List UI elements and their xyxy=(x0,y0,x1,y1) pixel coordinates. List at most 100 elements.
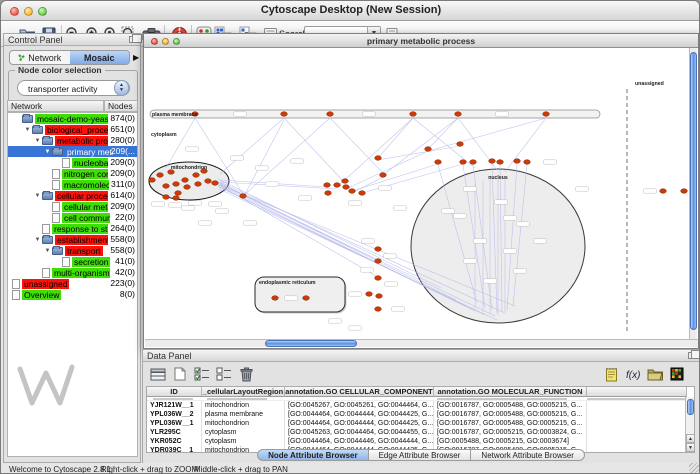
float-panel-icon[interactable] xyxy=(129,36,137,43)
graph-node[interactable] xyxy=(342,179,349,184)
combo-stepper-icon[interactable]: ▲▼ xyxy=(114,80,129,96)
graph-node[interactable] xyxy=(175,191,182,196)
select-attributes-icon[interactable] xyxy=(192,364,212,384)
network-canvas[interactable]: plasma membranecytoplasmmitochondrionnuc… xyxy=(145,48,690,340)
graph-node[interactable] xyxy=(163,195,170,200)
tab-edge-attribute-browser[interactable]: Edge Attribute Browser xyxy=(369,449,472,461)
graph-node[interactable] xyxy=(281,112,288,117)
graph-node[interactable] xyxy=(543,112,550,117)
expand-arrow-icon[interactable]: ▼ xyxy=(43,149,52,155)
graph-node[interactable] xyxy=(163,184,170,189)
tree-row[interactable]: cellular metabo209(0) xyxy=(8,201,137,212)
graph-node[interactable] xyxy=(173,196,180,201)
graph-node[interactable] xyxy=(455,112,462,117)
tree-row[interactable]: cell communicat22(0) xyxy=(8,212,137,223)
graph-node[interactable] xyxy=(359,191,366,196)
new-document-icon[interactable] xyxy=(170,364,190,384)
graph-node[interactable] xyxy=(497,160,504,165)
table-row[interactable]: YKR052Ccytoplasm[GO:0044464, GO:0044446,… xyxy=(147,437,694,446)
graph-node[interactable] xyxy=(375,156,382,161)
attribute-table[interactable]: ID_cellularLayoutRegionannotation.GO CEL… xyxy=(146,386,695,453)
tree-row[interactable]: mosaic-demo-yeast874(0) xyxy=(8,113,137,124)
graph-node[interactable] xyxy=(460,160,467,165)
column-header[interactable]: _cellularLayoutRegion xyxy=(202,387,285,397)
network-vertical-scrollbar[interactable] xyxy=(689,48,697,340)
graph-node[interactable] xyxy=(325,191,332,196)
tree-row[interactable]: macromolecule311(0) xyxy=(8,179,137,190)
tree-header-nodes[interactable]: Nodes xyxy=(104,100,138,112)
matrix-heatmap-icon[interactable] xyxy=(667,364,687,384)
graph-node[interactable] xyxy=(681,189,688,194)
tab-network[interactable]: Network xyxy=(10,51,70,64)
tree-row[interactable]: ▼establishment of lo558(0) xyxy=(8,234,137,245)
delete-attribute-trash-icon[interactable] xyxy=(236,364,256,384)
graph-node[interactable] xyxy=(334,183,341,188)
tab-mosaic[interactable]: Mosaic xyxy=(70,51,130,64)
unselect-attributes-icon[interactable] xyxy=(214,364,234,384)
expand-arrow-icon[interactable]: ▼ xyxy=(43,248,52,254)
table-grid-icon[interactable] xyxy=(148,364,168,384)
graph-node[interactable] xyxy=(375,259,382,264)
graph-node[interactable] xyxy=(184,185,191,190)
expand-arrow-icon[interactable]: ▼ xyxy=(33,237,42,243)
column-header[interactable]: ID xyxy=(147,387,202,397)
expand-arrow-icon[interactable]: ▼ xyxy=(33,193,42,199)
graph-node[interactable] xyxy=(157,173,164,178)
graph-node[interactable] xyxy=(457,142,464,147)
graph-node[interactable] xyxy=(524,160,531,165)
attribute-notepad-icon[interactable] xyxy=(601,364,621,384)
tree-row[interactable]: response to stimulu264(0) xyxy=(8,223,137,234)
graph-node[interactable] xyxy=(349,189,356,194)
graph-node[interactable] xyxy=(327,112,334,117)
vscroll-thumb[interactable] xyxy=(690,52,697,330)
graph-node[interactable] xyxy=(514,159,521,164)
tree-row[interactable]: secretion41(0) xyxy=(8,256,137,267)
graph-node[interactable] xyxy=(489,159,496,164)
scroll-up-arrow[interactable]: ▲ xyxy=(686,434,695,443)
tree-row[interactable]: nucleobase-209(0) xyxy=(8,157,137,168)
graph-node[interactable] xyxy=(410,112,417,117)
graph-node[interactable] xyxy=(212,181,219,186)
column-header[interactable]: annotation.GO MOLECULAR_FUNCTION xyxy=(434,387,587,397)
expand-arrow-icon[interactable]: ▼ xyxy=(23,127,32,133)
table-row[interactable]: YLR295Ccytoplasm[GO:0045263, GO:0044464,… xyxy=(147,428,694,437)
tree-row[interactable]: ▼metabolic process280(0) xyxy=(8,135,137,146)
graph-node[interactable] xyxy=(375,307,382,312)
table-vertical-scrollbar[interactable]: ▲ ▼ xyxy=(685,397,694,452)
graph-node[interactable] xyxy=(425,147,432,152)
column-header[interactable]: annotation.GO CELLULAR_COMPONENT xyxy=(285,387,434,397)
graph-node[interactable] xyxy=(376,294,383,299)
tree-row[interactable]: ▼primary metabol209(... xyxy=(8,146,137,157)
tree-row[interactable]: ▼transport558(0) xyxy=(8,245,137,256)
formula-fx-icon[interactable]: f(x) xyxy=(623,364,643,384)
graph-node[interactable] xyxy=(272,296,279,301)
tree-row[interactable]: unassigned223(0) xyxy=(8,278,137,289)
tab-node-attribute-browser[interactable]: Node Attribute Browser xyxy=(257,449,369,461)
tree-row[interactable]: ▼cellular process614(0) xyxy=(8,190,137,201)
graph-node[interactable] xyxy=(303,296,310,301)
graph-node[interactable] xyxy=(324,183,331,188)
expand-arrow-icon[interactable]: ▼ xyxy=(33,138,42,144)
graph-node[interactable] xyxy=(343,185,350,190)
graph-node[interactable] xyxy=(660,189,667,194)
graph-node[interactable] xyxy=(375,247,382,252)
tree-header-network[interactable]: Network xyxy=(7,100,104,112)
import-folder-icon[interactable] xyxy=(645,364,665,384)
resize-grip[interactable] xyxy=(689,463,700,474)
network-window-titlebar[interactable]: primary metabolic process xyxy=(144,34,698,48)
table-row[interactable]: YPL036W__1mitochondrion[GO:0044464, GO:0… xyxy=(147,419,694,428)
graph-node[interactable] xyxy=(375,276,382,281)
float-panel-icon[interactable] xyxy=(688,352,696,359)
table-scroll-thumb[interactable] xyxy=(687,399,694,415)
table-row[interactable]: YPL036W__2plasma membrane[GO:0044464, GO… xyxy=(147,410,694,419)
graph-node[interactable] xyxy=(195,182,202,187)
graph-node[interactable] xyxy=(149,178,156,183)
network-horizontal-scrollbar[interactable] xyxy=(145,339,698,347)
graph-node[interactable] xyxy=(193,173,200,178)
graph-node[interactable] xyxy=(182,178,189,183)
tree-row[interactable]: multi-organism pro42(0) xyxy=(8,267,137,278)
tree-row[interactable]: nitrogen compo209(0) xyxy=(8,168,137,179)
tab-overflow-arrow-icon[interactable]: ▶ xyxy=(133,53,139,62)
graph-node[interactable] xyxy=(173,182,180,187)
graph-node[interactable] xyxy=(380,173,387,178)
